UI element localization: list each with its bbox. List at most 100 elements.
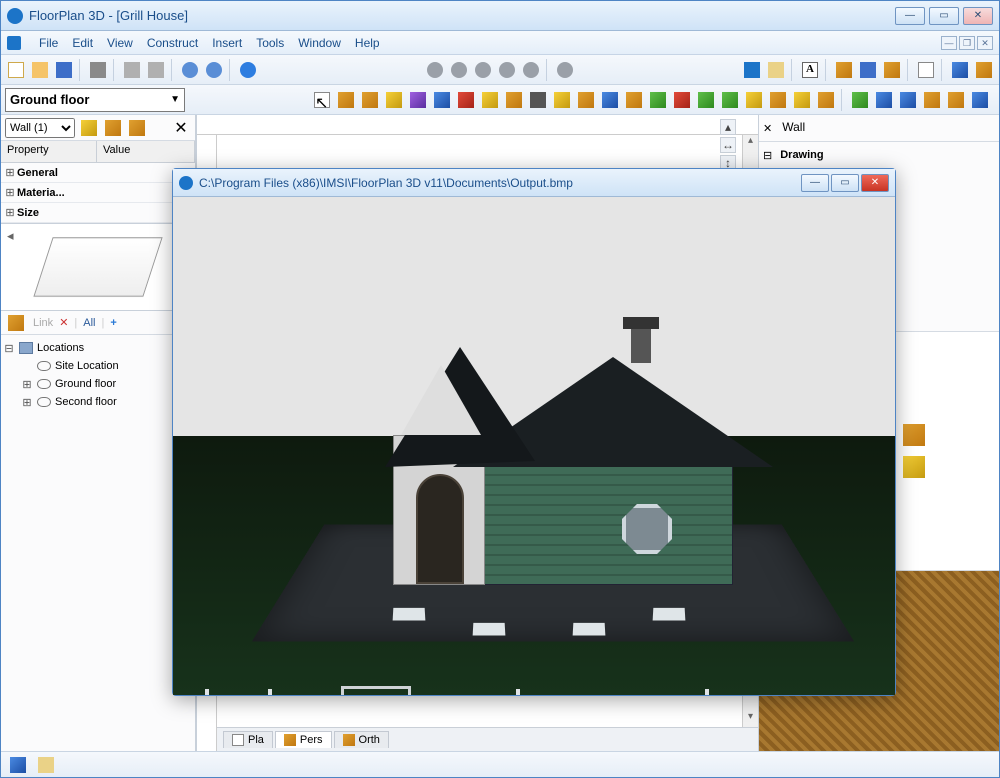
tree-root[interactable]: ⊟ Locations [3, 339, 193, 357]
measure-button[interactable] [765, 59, 787, 81]
material-button[interactable] [833, 59, 855, 81]
render-minimize-button[interactable]: — [801, 174, 829, 192]
viewport-left-button[interactable]: ↔ [720, 137, 736, 153]
tree-ground-floor[interactable]: ⊞ Ground floor [3, 375, 193, 393]
copy-button[interactable] [145, 59, 167, 81]
open-button[interactable] [29, 59, 51, 81]
render-button[interactable] [949, 59, 971, 81]
deck-tool-button[interactable] [743, 89, 765, 111]
render-title-bar[interactable]: C:\Program Files (x86)\IMSI\FloorPlan 3D… [173, 169, 895, 197]
pan-button[interactable] [554, 59, 576, 81]
tab-perspective[interactable]: Pers [275, 731, 332, 748]
cat-root[interactable]: ⊟Drawing [763, 146, 995, 164]
zoom-extents-button[interactable] [496, 59, 518, 81]
path-tool-button[interactable] [671, 89, 693, 111]
minimize-button[interactable]: — [895, 7, 925, 25]
terrain-tool-button[interactable] [647, 89, 669, 111]
settings-button[interactable] [973, 59, 995, 81]
menu-file[interactable]: File [39, 36, 58, 50]
maximize-button[interactable]: ▭ [929, 7, 959, 25]
status-measure-button[interactable] [35, 754, 57, 776]
menu-tools[interactable]: Tools [256, 36, 284, 50]
tree-second-floor[interactable]: ⊞ Second floor [3, 393, 193, 411]
roof-tool-button[interactable] [575, 89, 597, 111]
zoom-window-button[interactable] [472, 59, 494, 81]
slab-tool-button[interactable] [599, 89, 621, 111]
menu-insert[interactable]: Insert [212, 36, 242, 50]
select-tool-button[interactable]: ↖ [311, 89, 333, 111]
menu-edit[interactable]: Edit [72, 36, 93, 50]
new-button[interactable] [5, 59, 27, 81]
tab-orthographic[interactable]: Orth [334, 731, 389, 748]
scroll-down-button[interactable]: ▾ [743, 711, 758, 727]
window-tool-button[interactable] [383, 89, 405, 111]
dim-icon[interactable] [903, 456, 925, 478]
export-button[interactable] [921, 89, 943, 111]
zoom-prev-button[interactable] [520, 59, 542, 81]
wall-tool-button[interactable] [335, 89, 357, 111]
redo-button[interactable] [203, 59, 225, 81]
grid-button[interactable] [915, 59, 937, 81]
plant-tool-button[interactable] [719, 89, 741, 111]
text-tool-button[interactable]: A [799, 59, 821, 81]
zoom-in-button[interactable] [424, 59, 446, 81]
object-combo[interactable]: Wall (1) [5, 118, 75, 138]
save-button[interactable] [53, 59, 75, 81]
status-home-button[interactable] [7, 754, 29, 776]
stair-tool-button[interactable] [479, 89, 501, 111]
pin-button[interactable] [79, 118, 99, 138]
scroll-up-button[interactable]: ▴ [743, 135, 758, 151]
loc-all-button[interactable]: All [83, 317, 95, 329]
render-close-button[interactable]: ✕ [861, 174, 889, 192]
render-maximize-button[interactable]: ▭ [831, 174, 859, 192]
library-button[interactable] [969, 89, 991, 111]
dim-icon[interactable] [903, 424, 925, 446]
light-tool-button[interactable] [551, 89, 573, 111]
camera-tool-button[interactable] [527, 89, 549, 111]
col-property[interactable]: Property [1, 141, 97, 162]
tree-site-location[interactable]: Site Location [3, 357, 193, 375]
level-combo[interactable]: Ground floor ▼ [5, 88, 185, 112]
region-tool-button[interactable] [695, 89, 717, 111]
menu-window[interactable]: Window [298, 36, 341, 50]
panel-close-button[interactable]: ✕ [171, 118, 191, 138]
menu-help[interactable]: Help [355, 36, 380, 50]
prop-group-size[interactable]: ⊞Size [1, 203, 195, 223]
estimate-button[interactable] [849, 89, 871, 111]
import-button[interactable] [945, 89, 967, 111]
catalog-button[interactable] [857, 59, 879, 81]
mdi-minimize-button[interactable]: — [941, 36, 957, 50]
menu-construct[interactable]: Construct [147, 36, 198, 50]
opening-tool-button[interactable] [407, 89, 429, 111]
prop-group-material[interactable]: ⊞Materia... [1, 183, 195, 203]
gate-tool-button[interactable] [815, 89, 837, 111]
layers-button[interactable] [881, 59, 903, 81]
undo-button[interactable] [179, 59, 201, 81]
filter-button[interactable] [103, 118, 123, 138]
col-value[interactable]: Value [97, 141, 195, 162]
loc-delete-button[interactable]: ✕ [59, 316, 68, 329]
viewport-up-button[interactable]: ▴ [720, 119, 736, 135]
close-button[interactable]: ✕ [963, 7, 993, 25]
mdi-close-button[interactable]: ✕ [977, 36, 993, 50]
loc-tool-1[interactable] [5, 312, 27, 334]
door-tool-button[interactable] [359, 89, 381, 111]
ceiling-tool-button[interactable] [623, 89, 645, 111]
loc-add-button[interactable]: + [110, 317, 116, 329]
rail-tool-button[interactable] [503, 89, 525, 111]
zoom-out-button[interactable] [448, 59, 470, 81]
menu-view[interactable]: View [107, 36, 133, 50]
catalog-close-button[interactable]: ✕ [763, 122, 772, 135]
help-button[interactable] [237, 59, 259, 81]
mdi-restore-button[interactable]: ❐ [959, 36, 975, 50]
house-wizard-button[interactable] [873, 89, 895, 111]
sort-button[interactable] [127, 118, 147, 138]
symbol-tool-button[interactable] [767, 89, 789, 111]
beam-tool-button[interactable] [455, 89, 477, 111]
tab-plan[interactable]: Pla [223, 731, 273, 748]
preview-prev-button[interactable]: ◂ [7, 228, 14, 244]
package-button[interactable] [741, 59, 763, 81]
roof-wizard-button[interactable] [897, 89, 919, 111]
fence-tool-button[interactable] [791, 89, 813, 111]
cut-button[interactable] [121, 59, 143, 81]
